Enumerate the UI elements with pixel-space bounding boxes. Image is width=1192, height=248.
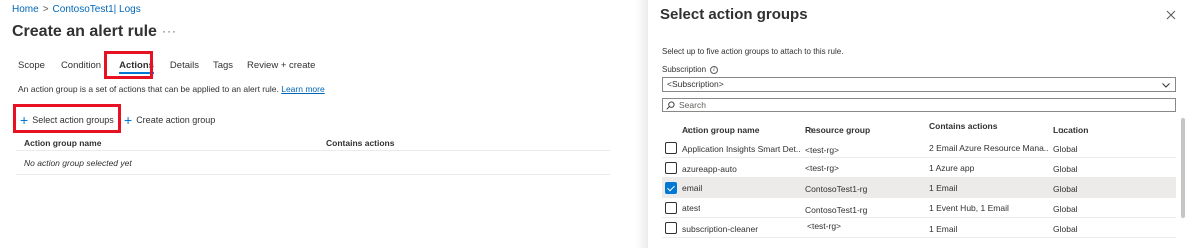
row-contains-actions: 1 Email bbox=[929, 183, 958, 193]
row-checkbox[interactable] bbox=[665, 222, 677, 234]
subscription-dropdown[interactable]: <Subscription> bbox=[662, 77, 1176, 92]
row-checkbox[interactable] bbox=[665, 142, 677, 154]
action-group-description: An action group is a set of actions that… bbox=[18, 84, 325, 94]
row-location: Global bbox=[1053, 204, 1078, 214]
table-row[interactable]: email ContosoTest1-rg 1 Email Global bbox=[662, 178, 1176, 198]
create-action-group-button[interactable]: + Create action group bbox=[124, 111, 215, 129]
row-contains-actions: 1 Event Hub, 1 Email bbox=[929, 203, 1009, 213]
row-name: Application Insights Smart Det... bbox=[682, 144, 800, 154]
table-row[interactable]: subscription-cleaner <test-rg> 1 Email G… bbox=[662, 218, 1176, 238]
subscription-label: Subscription i bbox=[662, 65, 719, 74]
sort-icon: ↑↓ bbox=[809, 125, 817, 135]
subscription-label-text: Subscription bbox=[662, 65, 707, 74]
empty-table-message: No action group selected yet bbox=[16, 151, 610, 175]
description-text: An action group is a set of actions that… bbox=[18, 84, 279, 94]
alert-rule-page: Home > ContosoTest1| Logs Create an aler… bbox=[0, 0, 625, 248]
row-checkbox[interactable] bbox=[665, 182, 677, 194]
row-location: Global bbox=[1053, 184, 1078, 194]
row-checkbox[interactable] bbox=[665, 202, 677, 214]
row-contains-actions: 2 Email Azure Resource Mana... bbox=[929, 143, 1049, 153]
col-action-group-name: Action group name bbox=[24, 137, 102, 148]
row-resource-group: <test-rg> bbox=[805, 163, 840, 173]
action-groups-table-header: Action group name ↑↓ Resource group ↑↓ Con… bbox=[682, 121, 1089, 135]
learn-more-link[interactable]: Learn more bbox=[281, 84, 324, 94]
plus-icon: + bbox=[20, 112, 29, 128]
search-icon bbox=[666, 101, 675, 110]
tab-scope[interactable]: Scope bbox=[12, 57, 51, 77]
panel-subtitle: Select up to five action groups to attac… bbox=[662, 47, 844, 56]
row-resource-group: <test-rg> bbox=[805, 145, 840, 155]
row-resource-group: <test-rg> bbox=[807, 221, 842, 231]
select-action-groups-panel: Select action groups Select up to five a… bbox=[648, 0, 1192, 248]
breadcrumb: Home > ContosoTest1| Logs bbox=[12, 4, 141, 15]
chevron-right-icon: > bbox=[42, 4, 49, 15]
row-resource-group: ContosoTest1-rg bbox=[805, 205, 868, 215]
breadcrumb-home[interactable]: Home bbox=[12, 4, 39, 15]
table-row[interactable]: azureapp-auto <test-rg> 1 Azure app Glob… bbox=[662, 158, 1176, 178]
row-location: Global bbox=[1053, 224, 1078, 234]
row-location: Global bbox=[1053, 144, 1078, 154]
table-row[interactable]: atest ContosoTest1-rg 1 Event Hub, 1 Ema… bbox=[662, 198, 1176, 218]
info-icon[interactable]: i bbox=[710, 65, 719, 74]
search-placeholder: Search bbox=[679, 100, 706, 110]
create-action-group-label: Create action group bbox=[136, 115, 216, 125]
search-input[interactable]: Search bbox=[662, 98, 1176, 112]
tab-actions[interactable]: Actions bbox=[113, 57, 160, 77]
row-contains-actions: 1 Azure app bbox=[929, 163, 975, 173]
plus-icon: + bbox=[124, 112, 133, 128]
tab-condition[interactable]: Condition bbox=[55, 57, 107, 77]
row-contains-actions: 1 Email bbox=[929, 224, 958, 234]
col-contains-actions: Contains actions bbox=[326, 137, 395, 148]
row-name: email bbox=[682, 183, 703, 193]
row-name: azureapp-auto bbox=[682, 164, 737, 174]
sort-icon: ↑↓ bbox=[686, 125, 694, 135]
row-resource-group: ContosoTest1-rg bbox=[805, 184, 868, 194]
table-row[interactable]: Application Insights Smart Det... <test-… bbox=[662, 138, 1176, 158]
row-name: subscription-cleaner bbox=[682, 224, 759, 234]
select-action-groups-label: Select action groups bbox=[32, 115, 114, 125]
table-scrollbar[interactable] bbox=[1181, 118, 1185, 218]
row-checkbox[interactable] bbox=[665, 162, 677, 174]
panel-title: Select action groups bbox=[660, 6, 808, 23]
action-group-table-header: Action group name Contains actions bbox=[16, 135, 610, 151]
select-action-groups-button[interactable]: + Select action groups bbox=[20, 111, 114, 129]
breadcrumb-resource[interactable]: ContosoTest1| Logs bbox=[53, 4, 141, 15]
more-options-icon[interactable]: ··· bbox=[162, 24, 177, 38]
subscription-value: <Subscription> bbox=[667, 79, 724, 89]
col-contains-actions: Contains actions bbox=[929, 121, 998, 131]
close-icon[interactable] bbox=[1164, 8, 1178, 22]
chevron-down-icon bbox=[1162, 83, 1170, 88]
row-name: atest bbox=[682, 203, 701, 213]
wizard-tabs: Scope Condition Actions Details Tags Rev… bbox=[12, 57, 321, 77]
tab-tags[interactable]: Tags bbox=[207, 57, 239, 77]
panel-shadow bbox=[636, 0, 648, 248]
page-title: Create an alert rule bbox=[12, 23, 157, 40]
tab-details[interactable]: Details bbox=[164, 57, 205, 77]
row-location: Global bbox=[1053, 164, 1078, 174]
sort-icon: ↑↓ bbox=[1057, 125, 1065, 135]
tab-review-create[interactable]: Review + create bbox=[241, 57, 321, 77]
